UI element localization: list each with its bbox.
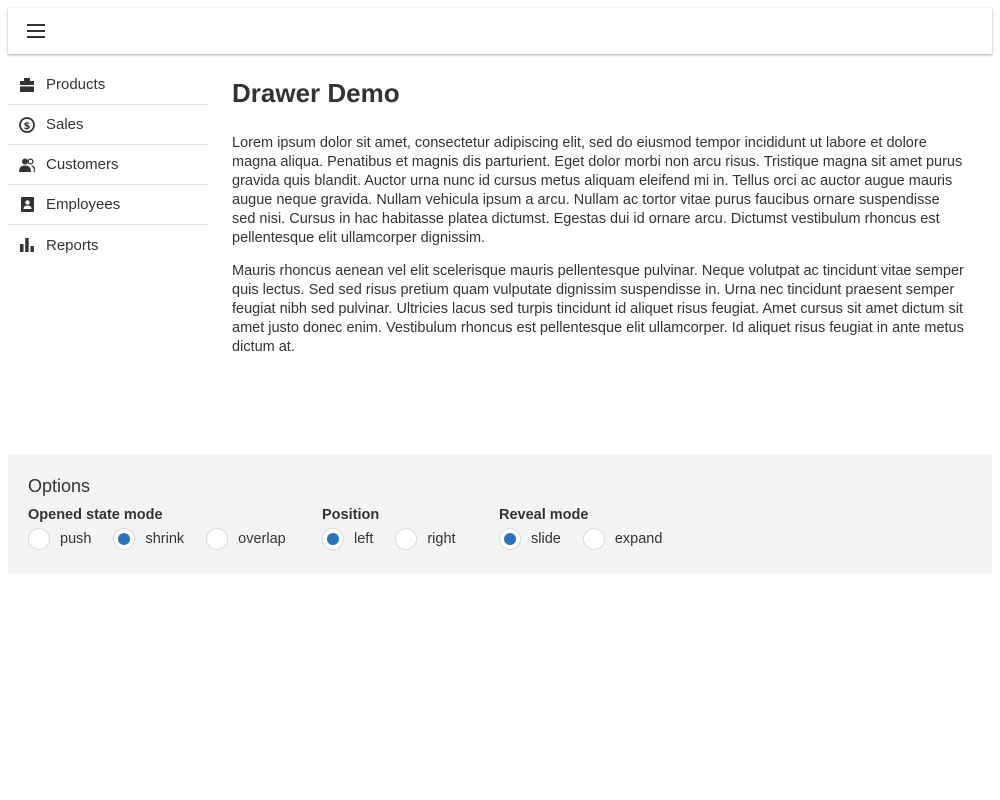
radio-label: slide [531, 531, 561, 547]
menu-button[interactable] [17, 12, 55, 50]
radio-circle[interactable] [113, 528, 136, 550]
drawer-item-employees[interactable]: Employees [8, 185, 208, 225]
radio-shrink[interactable]: shrink [113, 528, 196, 550]
options-panel: Options Opened state mode push shrink ov… [8, 454, 992, 573]
bar-chart-icon [8, 225, 46, 265]
options-title: Options [28, 476, 91, 496]
radio-circle[interactable] [499, 528, 521, 550]
paragraph: Lorem ipsum dolor sit amet, consectetur … [232, 135, 963, 246]
radio-push[interactable]: push [28, 528, 103, 550]
svg-text:$: $ [24, 121, 31, 132]
radio-label: push [60, 531, 92, 547]
navigation-drawer: Products $ Sales Customers Employees Rep… [8, 65, 208, 265]
radio-label: right [427, 531, 456, 547]
opened-state-mode-group: Opened state mode push shrink overlap [28, 506, 308, 550]
position-group: Position left right [322, 506, 478, 550]
drawer-item-reports[interactable]: Reports [8, 225, 208, 265]
main-content: Drawer Demo Lorem ipsum dolor sit amet, … [232, 78, 966, 371]
users-icon [8, 145, 46, 185]
radio-circle[interactable] [582, 528, 605, 550]
menu-icon [27, 24, 45, 38]
drawer-item-label: Employees [46, 196, 121, 213]
drawer-item-products[interactable]: Products [8, 65, 208, 105]
group-label: Position [322, 507, 380, 523]
radio-circle[interactable] [322, 528, 344, 550]
page-title: Drawer Demo [232, 78, 400, 108]
radio-expand[interactable]: expand [582, 528, 675, 550]
box-icon [8, 65, 46, 105]
radio-left[interactable]: left [322, 528, 385, 550]
drawer-item-sales[interactable]: $ Sales [8, 105, 208, 145]
drawer-item-label: Customers [46, 156, 119, 173]
radio-circle[interactable] [395, 528, 418, 550]
dollar-circle-icon: $ [8, 105, 46, 145]
reveal-mode-group: Reveal mode slide expand [499, 506, 684, 550]
top-toolbar [8, 8, 992, 54]
radio-label: overlap [238, 531, 286, 547]
radio-label: left [354, 531, 374, 547]
paragraph: Mauris rhoncus aenean vel elit scelerisq… [232, 263, 964, 355]
radio-label: shrink [145, 531, 185, 547]
radio-label: expand [614, 531, 663, 547]
radio-circle[interactable] [206, 528, 229, 550]
group-label: Reveal mode [499, 507, 589, 523]
drawer-item-label: Products [46, 76, 106, 93]
radio-overlap[interactable]: overlap [206, 528, 298, 550]
drawer-item-label: Sales [46, 116, 84, 133]
drawer-item-customers[interactable]: Customers [8, 145, 208, 185]
drawer-item-label: Reports [46, 236, 99, 254]
radio-right[interactable]: right [395, 528, 467, 550]
radio-circle[interactable] [28, 528, 50, 550]
id-card-icon [8, 185, 46, 225]
group-label: Opened state mode [28, 507, 163, 523]
radio-slide[interactable]: slide [499, 528, 573, 550]
